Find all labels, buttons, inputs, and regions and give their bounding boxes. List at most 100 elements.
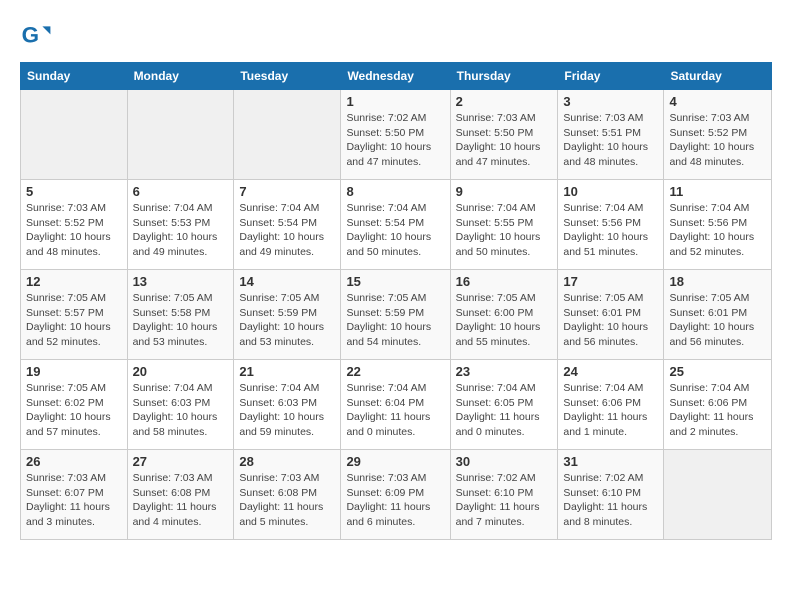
- day-info: Sunrise: 7:05 AM Sunset: 6:02 PM Dayligh…: [26, 381, 122, 440]
- day-info: Sunrise: 7:02 AM Sunset: 5:50 PM Dayligh…: [346, 111, 444, 170]
- calendar-cell: 11 Sunrise: 7:04 AM Sunset: 5:56 PM Dayli…: [664, 180, 772, 270]
- day-number: 24: [563, 364, 658, 379]
- day-number: 29: [346, 454, 444, 469]
- weekday-header-wednesday: Wednesday: [341, 63, 450, 90]
- calendar-cell: 29 Sunrise: 7:03 AM Sunset: 6:09 PM Dayli…: [341, 450, 450, 540]
- weekday-header-friday: Friday: [558, 63, 664, 90]
- calendar-cell: 22Sunrise: 7:04 AM Sunset: 6:04 PM Dayli…: [341, 360, 450, 450]
- day-info: Sunrise: 7:04 AM Sunset: 5:54 PM Dayligh…: [346, 201, 444, 260]
- calendar-cell: [21, 90, 128, 180]
- calendar-cell: 4Sunrise: 7:03 AM Sunset: 5:52 PM Daylig…: [664, 90, 772, 180]
- day-number: 18: [669, 274, 766, 289]
- calendar-table: SundayMondayTuesdayWednesdayThursdayFrid…: [20, 62, 772, 540]
- weekday-header-monday: Monday: [127, 63, 234, 90]
- day-number: 15: [346, 274, 444, 289]
- day-info: Sunrise: 7:03 AM Sunset: 5:52 PM Dayligh…: [26, 201, 122, 260]
- day-info: Sunrise: 7:05 AM Sunset: 5:59 PM Dayligh…: [346, 291, 444, 350]
- day-number: 22: [346, 364, 444, 379]
- day-number: 12: [26, 274, 122, 289]
- calendar-cell: 20 Sunrise: 7:04 AM Sunset: 6:03 PM Dayli…: [127, 360, 234, 450]
- weekday-header-sunday: Sunday: [21, 63, 128, 90]
- day-number: 27: [133, 454, 229, 469]
- page-header: G: [20, 20, 772, 52]
- calendar-cell: 6 Sunrise: 7:04 AM Sunset: 5:53 PM Daylig…: [127, 180, 234, 270]
- day-info: Sunrise: 7:05 AM Sunset: 5:57 PM Dayligh…: [26, 291, 122, 350]
- calendar-cell: 18 Sunrise: 7:05 AM Sunset: 6:01 PM Dayli…: [664, 270, 772, 360]
- day-info: Sunrise: 7:04 AM Sunset: 6:03 PM Dayligh…: [239, 381, 335, 440]
- day-info: Sunrise: 7:05 AM Sunset: 5:58 PM Dayligh…: [133, 291, 229, 350]
- logo: G: [20, 20, 58, 52]
- day-info: Sunrise: 7:04 AM Sunset: 5:56 PM Dayligh…: [669, 201, 766, 260]
- calendar-cell: 21 Sunrise: 7:04 AM Sunset: 6:03 PM Dayli…: [234, 360, 341, 450]
- day-info: Sunrise: 7:04 AM Sunset: 5:56 PM Dayligh…: [563, 201, 658, 260]
- day-info: Sunrise: 7:04 AM Sunset: 6:06 PM Dayligh…: [563, 381, 658, 440]
- day-number: 11: [669, 184, 766, 199]
- calendar-cell: 15 Sunrise: 7:05 AM Sunset: 5:59 PM Dayli…: [341, 270, 450, 360]
- calendar-cell: 5 Sunrise: 7:03 AM Sunset: 5:52 PM Daylig…: [21, 180, 128, 270]
- logo-icon: G: [20, 20, 52, 52]
- weekday-header-tuesday: Tuesday: [234, 63, 341, 90]
- day-info: Sunrise: 7:04 AM Sunset: 6:05 PM Dayligh…: [456, 381, 553, 440]
- calendar-cell: 14 Sunrise: 7:05 AM Sunset: 5:59 PM Dayli…: [234, 270, 341, 360]
- day-info: Sunrise: 7:04 AM Sunset: 5:53 PM Dayligh…: [133, 201, 229, 260]
- calendar-cell: 17 Sunrise: 7:05 AM Sunset: 6:01 PM Dayli…: [558, 270, 664, 360]
- calendar-cell: 31 Sunrise: 7:02 AM Sunset: 6:10 PM Dayli…: [558, 450, 664, 540]
- day-info: Sunrise: 7:03 AM Sunset: 5:51 PM Dayligh…: [563, 111, 658, 170]
- day-number: 30: [456, 454, 553, 469]
- calendar-cell: [664, 450, 772, 540]
- day-number: 28: [239, 454, 335, 469]
- calendar-cell: 27 Sunrise: 7:03 AM Sunset: 6:08 PM Dayli…: [127, 450, 234, 540]
- day-number: 17: [563, 274, 658, 289]
- day-info: Sunrise: 7:03 AM Sunset: 5:50 PM Dayligh…: [456, 111, 553, 170]
- calendar-cell: [127, 90, 234, 180]
- day-info: Sunrise: 7:05 AM Sunset: 6:01 PM Dayligh…: [563, 291, 658, 350]
- day-number: 9: [456, 184, 553, 199]
- calendar-cell: 9 Sunrise: 7:04 AM Sunset: 5:55 PM Daylig…: [450, 180, 558, 270]
- day-info: Sunrise: 7:03 AM Sunset: 6:07 PM Dayligh…: [26, 471, 122, 530]
- calendar-cell: 8Sunrise: 7:04 AM Sunset: 5:54 PM Daylig…: [341, 180, 450, 270]
- day-info: Sunrise: 7:03 AM Sunset: 5:52 PM Dayligh…: [669, 111, 766, 170]
- day-number: 23: [456, 364, 553, 379]
- weekday-header-row: SundayMondayTuesdayWednesdayThursdayFrid…: [21, 63, 772, 90]
- day-info: Sunrise: 7:05 AM Sunset: 6:00 PM Dayligh…: [456, 291, 553, 350]
- day-number: 6: [133, 184, 229, 199]
- calendar-cell: 30Sunrise: 7:02 AM Sunset: 6:10 PM Dayli…: [450, 450, 558, 540]
- day-number: 1: [346, 94, 444, 109]
- calendar-cell: 13Sunrise: 7:05 AM Sunset: 5:58 PM Dayli…: [127, 270, 234, 360]
- day-number: 5: [26, 184, 122, 199]
- day-number: 31: [563, 454, 658, 469]
- calendar-week-row: 12 Sunrise: 7:05 AM Sunset: 5:57 PM Dayli…: [21, 270, 772, 360]
- day-number: 2: [456, 94, 553, 109]
- calendar-cell: 12 Sunrise: 7:05 AM Sunset: 5:57 PM Dayli…: [21, 270, 128, 360]
- calendar-week-row: 5 Sunrise: 7:03 AM Sunset: 5:52 PM Daylig…: [21, 180, 772, 270]
- day-number: 7: [239, 184, 335, 199]
- day-info: Sunrise: 7:03 AM Sunset: 6:08 PM Dayligh…: [239, 471, 335, 530]
- day-number: 16: [456, 274, 553, 289]
- calendar-cell: 26Sunrise: 7:03 AM Sunset: 6:07 PM Dayli…: [21, 450, 128, 540]
- calendar-cell: 1 Sunrise: 7:02 AM Sunset: 5:50 PM Daylig…: [341, 90, 450, 180]
- day-info: Sunrise: 7:04 AM Sunset: 5:55 PM Dayligh…: [456, 201, 553, 260]
- calendar-cell: 10Sunrise: 7:04 AM Sunset: 5:56 PM Dayli…: [558, 180, 664, 270]
- svg-text:G: G: [22, 22, 39, 47]
- calendar-cell: 2 Sunrise: 7:03 AM Sunset: 5:50 PM Daylig…: [450, 90, 558, 180]
- weekday-header-saturday: Saturday: [664, 63, 772, 90]
- day-info: Sunrise: 7:02 AM Sunset: 6:10 PM Dayligh…: [563, 471, 658, 530]
- day-info: Sunrise: 7:03 AM Sunset: 6:08 PM Dayligh…: [133, 471, 229, 530]
- day-number: 19: [26, 364, 122, 379]
- calendar-cell: 16 Sunrise: 7:05 AM Sunset: 6:00 PM Dayli…: [450, 270, 558, 360]
- calendar-cell: 25Sunrise: 7:04 AM Sunset: 6:06 PM Dayli…: [664, 360, 772, 450]
- day-number: 20: [133, 364, 229, 379]
- day-info: Sunrise: 7:05 AM Sunset: 6:01 PM Dayligh…: [669, 291, 766, 350]
- day-info: Sunrise: 7:05 AM Sunset: 5:59 PM Dayligh…: [239, 291, 335, 350]
- calendar-cell: 24 Sunrise: 7:04 AM Sunset: 6:06 PM Dayli…: [558, 360, 664, 450]
- day-number: 3: [563, 94, 658, 109]
- calendar-cell: 19 Sunrise: 7:05 AM Sunset: 6:02 PM Dayli…: [21, 360, 128, 450]
- day-info: Sunrise: 7:04 AM Sunset: 6:03 PM Dayligh…: [133, 381, 229, 440]
- calendar-cell: 28 Sunrise: 7:03 AM Sunset: 6:08 PM Dayli…: [234, 450, 341, 540]
- calendar-week-row: 26Sunrise: 7:03 AM Sunset: 6:07 PM Dayli…: [21, 450, 772, 540]
- day-info: Sunrise: 7:03 AM Sunset: 6:09 PM Dayligh…: [346, 471, 444, 530]
- day-number: 14: [239, 274, 335, 289]
- calendar-cell: 3 Sunrise: 7:03 AM Sunset: 5:51 PM Daylig…: [558, 90, 664, 180]
- day-number: 21: [239, 364, 335, 379]
- day-info: Sunrise: 7:04 AM Sunset: 5:54 PM Dayligh…: [239, 201, 335, 260]
